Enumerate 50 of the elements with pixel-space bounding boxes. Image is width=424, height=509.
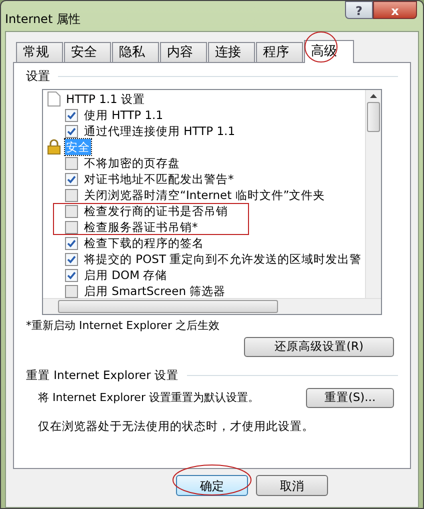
group-label: 设置 [26,68,50,85]
setting-label: 关闭浏览器时清空“Internet 临时文件”文件夹 [84,187,326,203]
cancel-button[interactable]: 取消 [256,475,328,496]
setting-label: 对证书地址不匹配发出警告* [84,171,234,187]
reset-hint: 仅在浏览器处于无法使用的状态时，才使用此设置。 [37,418,315,435]
tree-group[interactable]: HTTP 1.1 设置 [65,91,146,107]
group-label: 重置 Internet Explorer 设置 [26,366,179,384]
checkbox[interactable] [65,124,78,138]
help-button[interactable]: ? [345,1,373,19]
horizontal-scrollbar[interactable] [43,298,381,314]
checkbox[interactable] [65,252,78,266]
checkbox[interactable] [65,268,78,282]
tab[interactable]: 内容 [160,42,207,62]
setting-label: 不将加密的页存盘 [84,155,180,171]
restart-note: *重新启动 Internet Explorer 之后生效 [26,318,220,334]
setting-label: 检查发行商的证书是否吊销 [84,203,228,219]
tab[interactable]: 隐私 [112,42,159,62]
tab[interactable]: 高级 [304,40,354,63]
checkbox[interactable] [65,220,78,234]
checkbox[interactable] [65,108,78,122]
page-icon [47,91,61,107]
checkbox[interactable] [65,188,78,202]
checkbox[interactable] [65,156,78,170]
restore-advanced-button[interactable]: 还原高级设置(R) [244,336,394,356]
scrollbar-thumb[interactable] [58,300,278,313]
checkbox[interactable] [65,284,78,298]
setting-label: 将提交的 POST 重定向到不允许发送的区域时发出警 [84,251,362,267]
setting-label: 启用 SmartScreen 筛选器 [84,283,226,298]
tab[interactable]: 安全 [64,42,111,62]
close-button[interactable]: x [373,1,417,19]
tab[interactable]: 连接 [208,42,255,62]
highlight-circle [303,30,339,64]
setting-label: 检查下载的程序的签名 [84,235,204,251]
checkbox[interactable] [65,172,78,186]
window-title: Internet 属性 [5,11,80,28]
scroll-up-arrow-icon[interactable] [370,94,377,98]
lock-icon [47,139,61,155]
tab[interactable]: 程序 [256,42,303,62]
reset-button[interactable]: 重置(S)... [306,388,394,408]
vertical-scrollbar[interactable] [365,90,381,298]
setting-label: 启用 DOM 存储 [84,267,168,283]
checkbox[interactable] [65,236,78,250]
scrollbar-thumb[interactable] [367,102,380,132]
reset-description: 将 Internet Explorer 设置重置为默认设置。 [38,390,259,406]
tab[interactable]: 常规 [16,42,63,62]
checkbox[interactable] [65,204,78,218]
setting-label: 通过代理连接使用 HTTP 1.1 [84,123,236,139]
ok-button[interactable]: 确定 [176,475,248,496]
setting-label: 使用 HTTP 1.1 [84,107,164,123]
setting-label: 检查服务器证书吊销* [84,219,198,235]
